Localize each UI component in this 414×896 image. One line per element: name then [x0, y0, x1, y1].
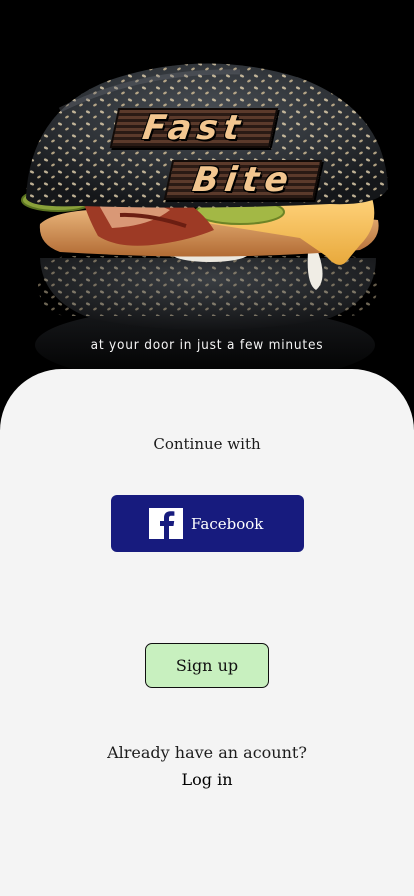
logo-line-bite: Bite — [163, 160, 323, 200]
facebook-login-button[interactable]: Facebook — [111, 495, 304, 552]
welcome-screen: Fast Bite at your door in just a few min… — [0, 0, 414, 896]
logo-text-fast: Fast — [139, 108, 249, 148]
facebook-icon — [149, 508, 183, 539]
auth-sheet: Continue with Facebook Sign up Already h… — [0, 369, 414, 896]
facebook-button-label: Facebook — [191, 514, 264, 533]
login-link[interactable]: Log in — [0, 770, 414, 789]
fast-bite-logo: Fast Bite — [0, 0, 414, 210]
logo-line-fast: Fast — [109, 108, 279, 148]
logo-text-bite: Bite — [189, 160, 297, 200]
already-have-account-label: Already have an acount? — [107, 743, 307, 762]
hero-banner: Fast Bite at your door in just a few min… — [0, 0, 414, 430]
signup-button[interactable]: Sign up — [145, 643, 269, 688]
continue-with-label: Continue with — [153, 435, 261, 453]
tagline: at your door in just a few minutes — [90, 337, 324, 353]
